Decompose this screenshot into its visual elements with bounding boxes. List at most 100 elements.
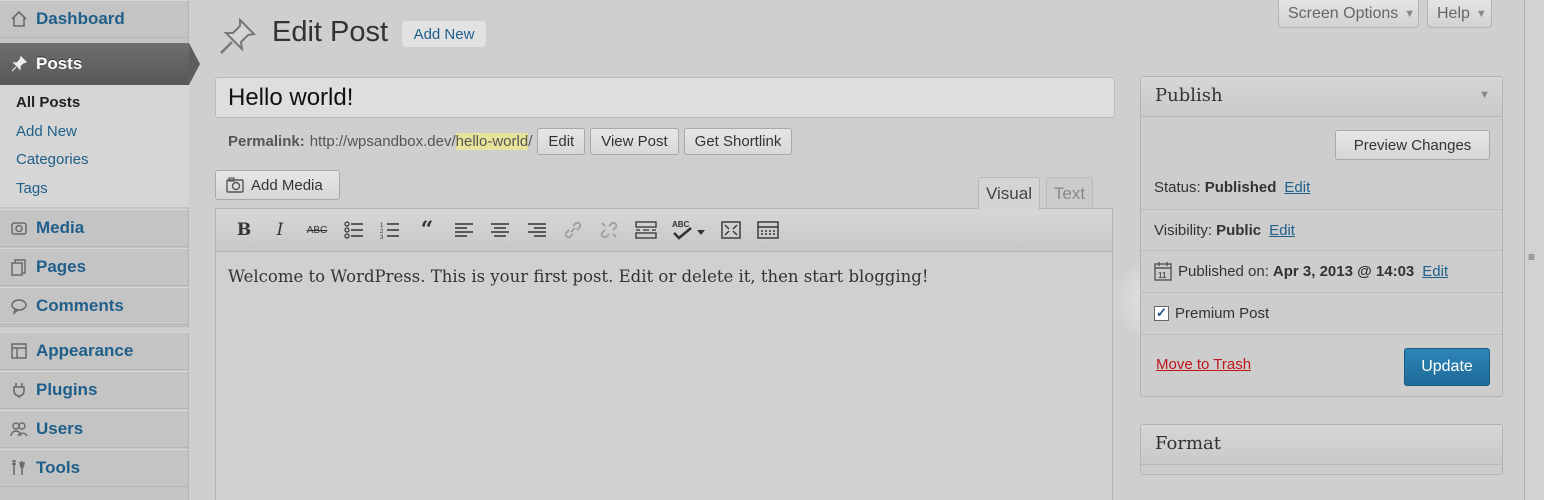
menu-label: Comments	[36, 296, 124, 315]
bullet-list-icon[interactable]	[342, 218, 366, 242]
posts-submenu: All Posts Add New Categories Tags	[0, 85, 189, 207]
menu-label: Appearance	[36, 341, 134, 360]
submenu-tags[interactable]: Tags	[0, 177, 189, 206]
menu-dashboard[interactable]: Dashboard	[0, 0, 189, 38]
edit-permalink-button[interactable]: Edit	[537, 127, 586, 155]
menu-label: Tools	[36, 458, 81, 477]
menu-label: Pages	[36, 257, 87, 276]
published-on-row: 11 Published on: Apr 3, 2013 @ 14:03 Edi…	[1141, 250, 1502, 291]
submenu-all-posts[interactable]: All Posts	[0, 91, 189, 120]
edit-date-link[interactable]: Edit	[1422, 263, 1448, 280]
view-post-button[interactable]: View Post	[590, 127, 679, 155]
page-title: Edit Post	[272, 16, 389, 48]
camera-icon	[226, 177, 244, 193]
pin-icon	[8, 53, 30, 75]
visibility-row: Visibility: Public Edit	[1141, 209, 1502, 250]
align-center-icon[interactable]	[488, 218, 512, 242]
strikethrough-icon[interactable]: ABC	[305, 218, 329, 242]
format-box-header[interactable]: Format	[1141, 425, 1502, 465]
media-icon	[8, 217, 30, 239]
publish-box: Publish ▼ Preview Changes Status: Publis…	[1140, 76, 1503, 397]
plugins-icon	[8, 379, 30, 401]
format-box: Format	[1140, 424, 1503, 475]
premium-post-row: ✓ Premium Post	[1141, 292, 1502, 333]
spellcheck-icon[interactable]: ABC	[670, 218, 710, 242]
edit-post-pin-icon	[216, 14, 260, 58]
visibility-value: Public	[1216, 221, 1262, 239]
publish-heading: Publish	[1155, 85, 1223, 106]
menu-users[interactable]: Users	[0, 410, 189, 448]
tab-visual[interactable]: Visual	[978, 177, 1040, 210]
visibility-label: Visibility:	[1154, 221, 1213, 239]
help-button[interactable]: Help ▼	[1427, 0, 1492, 28]
publish-actions: Move to Trash Update	[1141, 334, 1502, 396]
menu-label: Media	[36, 218, 85, 237]
preview-changes-button[interactable]: Preview Changes	[1335, 130, 1490, 160]
admin-sidebar: Dashboard Posts All Posts Add New Catego…	[0, 0, 200, 500]
appearance-icon	[8, 340, 30, 362]
tools-icon	[8, 457, 30, 479]
menu-appearance[interactable]: Appearance	[0, 332, 189, 370]
update-button[interactable]: Update	[1404, 348, 1490, 386]
home-icon	[8, 8, 30, 30]
move-to-trash-link[interactable]: Move to Trash	[1156, 356, 1251, 373]
align-right-icon[interactable]	[525, 218, 549, 242]
menu-label: Dashboard	[36, 9, 125, 28]
edit-status-link[interactable]: Edit	[1284, 179, 1310, 196]
submenu-add-new[interactable]: Add New	[0, 120, 189, 149]
screen-options-label: Screen Options	[1288, 4, 1399, 22]
published-date: Apr 3, 2013 @ 14:03	[1272, 262, 1415, 280]
screen-options-button[interactable]: Screen Options ▼	[1278, 0, 1419, 28]
blockquote-icon[interactable]: “	[415, 217, 439, 243]
link-icon[interactable]	[561, 218, 585, 242]
menu-plugins[interactable]: Plugins	[0, 371, 189, 409]
insert-more-icon[interactable]	[634, 218, 658, 242]
post-title-input[interactable]	[215, 77, 1115, 118]
published-label: Published on:	[1178, 262, 1269, 280]
menu-media[interactable]: Media	[0, 209, 189, 247]
current-menu-arrow	[189, 43, 200, 85]
editor-toolbar: B I ABC 123 “ ABC	[216, 209, 1112, 252]
submenu-categories[interactable]: Categories	[0, 148, 189, 177]
permalink-slug[interactable]: hello-world	[455, 132, 529, 150]
status-label: Status:	[1154, 179, 1201, 196]
menu-posts[interactable]: Posts	[0, 43, 189, 85]
post-editor: B I ABC 123 “ ABC Welcome to WordPress. …	[215, 208, 1113, 500]
status-row: Status: Published Edit	[1141, 167, 1502, 208]
calendar-icon: 11	[1154, 261, 1172, 281]
kitchen-sink-icon[interactable]	[756, 218, 780, 242]
help-label: Help	[1437, 4, 1470, 22]
add-new-post-button[interactable]: Add New	[402, 21, 486, 47]
editor-content[interactable]: Welcome to WordPress. This is your first…	[228, 267, 928, 286]
users-icon	[8, 418, 30, 440]
menu-label: Plugins	[36, 380, 98, 399]
bold-icon[interactable]: B	[232, 218, 256, 242]
fullscreen-icon[interactable]	[719, 218, 743, 242]
collapse-arrow-icon[interactable]: ▼	[1479, 89, 1490, 101]
numbered-list-icon[interactable]: 123	[378, 218, 402, 242]
permalink-row: Permalink: http://wpsandbox.dev/ hello-w…	[228, 127, 793, 155]
align-left-icon[interactable]	[452, 218, 476, 242]
permalink-label: Permalink:	[228, 132, 305, 150]
scroll-grip-icon[interactable]: ≡	[1528, 250, 1535, 264]
menu-tools[interactable]: Tools	[0, 449, 189, 487]
italic-icon[interactable]: I	[268, 218, 292, 242]
publish-box-header[interactable]: Publish ▼	[1141, 77, 1502, 117]
menu-comments[interactable]: Comments	[0, 287, 189, 325]
get-shortlink-button[interactable]: Get Shortlink	[683, 127, 793, 155]
svg-text:11: 11	[1158, 271, 1167, 280]
status-value: Published	[1204, 179, 1277, 196]
format-heading: Format	[1155, 433, 1221, 454]
add-media-button[interactable]: Add Media	[215, 170, 340, 200]
premium-post-checkbox[interactable]: ✓	[1154, 305, 1169, 321]
tab-text[interactable]: Text	[1046, 177, 1093, 209]
pages-icon	[8, 256, 30, 278]
menu-pages[interactable]: Pages	[0, 248, 189, 286]
unlink-icon[interactable]	[597, 218, 621, 242]
svg-text:ABC: ABC	[672, 220, 690, 229]
permalink-trail: /	[528, 132, 533, 150]
chevron-down-icon: ▼	[1475, 7, 1487, 20]
comments-icon	[8, 295, 30, 317]
premium-post-label[interactable]: Premium Post	[1175, 305, 1269, 322]
edit-visibility-link[interactable]: Edit	[1269, 222, 1295, 239]
